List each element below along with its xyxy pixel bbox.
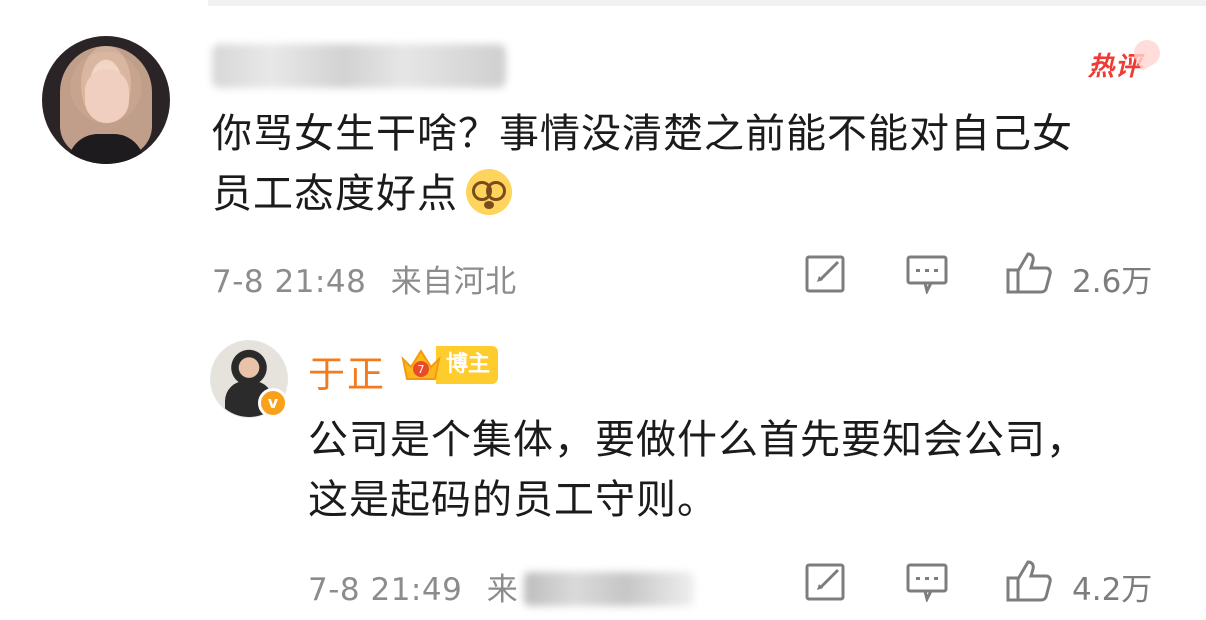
comment-text-line-1: 你骂女生干啥？事情没清楚之前能不能对自己女 [212, 111, 1073, 157]
comment-text-line-2: 员工态度好点 [212, 171, 458, 217]
edit-icon[interactable] [804, 254, 848, 294]
comment-like-count: 2.6万 [1072, 264, 1153, 300]
comment-time: 7-8 21:48 [212, 264, 367, 300]
blogger-badge: 7 博主 [400, 345, 499, 385]
comment-meta: 7-8 21:48 来自河北 [212, 256, 517, 301]
like-icon[interactable] [1004, 250, 1054, 296]
hot-comment-badge: 热评 [1088, 35, 1165, 86]
reply-username[interactable]: 于正 [308, 344, 386, 398]
comment-icon[interactable] [905, 254, 949, 294]
reply-meta: 7-8 21:49 来 [308, 564, 695, 609]
reply-location-prefix: 来 [486, 572, 519, 608]
reply-text-line-2: 这是起码的员工守则。 [308, 477, 718, 523]
edit-icon[interactable] [804, 562, 848, 602]
commenter-username-redacted[interactable] [212, 44, 506, 88]
svg-text:7: 7 [418, 363, 425, 376]
blogger-badge-label: 博主 [436, 346, 499, 384]
reply-time: 7-8 21:49 [308, 572, 463, 608]
comment-icon[interactable] [905, 562, 949, 602]
comment-text: 你骂女生干啥？事情没清楚之前能不能对自己女 员工态度好点 [212, 104, 1162, 224]
crown-icon: 7 [401, 349, 441, 380]
commenter-avatar[interactable] [42, 36, 170, 164]
reply-like-count: 4.2万 [1072, 572, 1153, 608]
divider-top [208, 0, 1206, 6]
verified-icon: v [258, 388, 288, 418]
reply-text-line-1: 公司是个集体，要做什么首先要知会公司， [308, 417, 1087, 463]
like-icon[interactable] [1004, 558, 1054, 604]
dizzy-face-emoji-icon [466, 169, 512, 215]
reply-text: 公司是个集体，要做什么首先要知会公司， 这是起码的员工守则。 [308, 410, 1168, 530]
comment-location: 来自河北 [390, 264, 517, 300]
reply-location-redacted [524, 572, 695, 606]
